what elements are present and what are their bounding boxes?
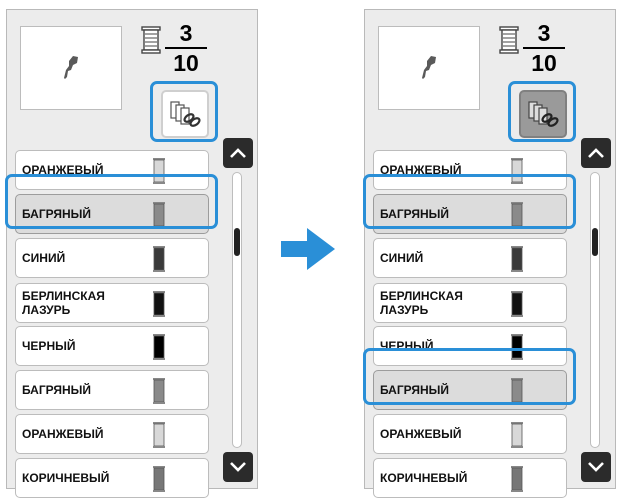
thread-color-item[interactable]: СИНИЙ: [373, 238, 567, 278]
thread-counter: 3 10: [165, 20, 207, 76]
thread-color-label: БАГРЯНЫЙ: [22, 207, 92, 221]
thread-color-item[interactable]: ЧЕРНЫЙ: [373, 326, 567, 366]
thread-color-label: ЧЕРНЫЙ: [380, 339, 434, 353]
right-panel: 3 10 ОРАНЖЕВЫЙ БАГРЯНЫЙ СИНИЙ БЕРЛИНСКАЯ ЛА…: [364, 9, 616, 498]
thread-color-item[interactable]: БЕРЛИНСКАЯ ЛАЗУРЬ: [373, 283, 567, 323]
thread-spool-icon: [511, 378, 523, 404]
thread-color-item[interactable]: БЕРЛИНСКАЯ ЛАЗУРЬ: [15, 283, 209, 323]
thread-color-label: ОРАНЖЕВЫЙ: [22, 163, 104, 177]
scrollbar[interactable]: [223, 138, 253, 483]
thread-color-item[interactable]: БАГРЯНЫЙ: [15, 370, 209, 410]
scroll-down-button[interactable]: [223, 452, 253, 482]
thread-counter: 3 10: [523, 20, 565, 76]
thread-color-item[interactable]: ОРАНЖЕВЫЙ: [15, 414, 209, 454]
thread-color-label: БЕРЛИНСКАЯ ЛАЗУРЬ: [22, 289, 105, 317]
scroll-track[interactable]: [590, 172, 600, 448]
left-panel: 3 10 ОРАНЖЕВЫЙ БАГРЯНЫЙ СИНИЙ БЕРЛИНСКАЯ ЛА…: [6, 9, 258, 498]
thread-color-label: ОРАНЖЕВЫЙ: [380, 427, 462, 441]
scroll-thumb[interactable]: [592, 228, 598, 256]
thread-spool-icon: [153, 378, 165, 404]
thread-spool-icon: [511, 158, 523, 184]
thread-link-icon: [170, 101, 201, 127]
thread-total: 10: [173, 50, 199, 76]
thread-spool-icon: [511, 202, 523, 228]
thread-spool-icon: [153, 291, 165, 317]
thread-color-label: КОРИЧНЕВЫЙ: [380, 471, 468, 485]
thread-total: 10: [531, 50, 557, 76]
thread-link-button[interactable]: [161, 90, 209, 138]
thread-color-label: БАГРЯНЫЙ: [22, 383, 92, 397]
thread-spool-icon: [153, 202, 165, 228]
embroidery-preview: [378, 26, 480, 110]
thread-current: 3: [179, 20, 193, 46]
thread-current: 3: [537, 20, 551, 46]
fraction-bar: [165, 47, 207, 49]
thread-spool-icon: [511, 246, 523, 272]
thread-color-label: БЕРЛИНСКАЯ ЛАЗУРЬ: [380, 289, 463, 317]
scroll-up-button[interactable]: [223, 138, 253, 168]
thread-color-item[interactable]: БАГРЯНЫЙ: [15, 194, 209, 234]
thread-color-label: СИНИЙ: [380, 251, 424, 265]
thread-spool-icon: [499, 26, 519, 54]
thread-color-item[interactable]: БАГРЯНЫЙ: [373, 194, 567, 234]
thread-color-item[interactable]: СИНИЙ: [15, 238, 209, 278]
embroidery-thread-preview-icon: [422, 56, 436, 79]
embroidery-preview: [20, 26, 122, 110]
thread-spool-icon: [153, 422, 165, 448]
thread-color-item[interactable]: ОРАНЖЕВЫЙ: [373, 150, 567, 190]
thread-color-label: КОРИЧНЕВЫЙ: [22, 471, 110, 485]
thread-color-item[interactable]: ОРАНЖЕВЫЙ: [373, 414, 567, 454]
thread-spool-icon: [153, 246, 165, 272]
thread-color-item[interactable]: КОРИЧНЕВЫЙ: [15, 458, 209, 498]
chevron-up-icon: [588, 148, 604, 158]
thread-spool-icon: [141, 26, 161, 54]
thread-color-label: БАГРЯНЫЙ: [380, 207, 450, 221]
thread-spool-icon: [511, 334, 523, 360]
embroidery-thread-preview-icon: [64, 56, 78, 79]
scroll-up-button[interactable]: [581, 138, 611, 168]
scroll-down-button[interactable]: [581, 452, 611, 482]
thread-color-item[interactable]: ЧЕРНЫЙ: [15, 326, 209, 366]
fraction-bar: [523, 47, 565, 49]
chevron-up-icon: [230, 148, 246, 158]
thread-link-icon: [528, 101, 559, 127]
chevron-down-icon: [230, 462, 246, 472]
thread-color-label: ОРАНЖЕВЫЙ: [22, 427, 104, 441]
chevron-down-icon: [588, 462, 604, 472]
thread-color-label: ЧЕРНЫЙ: [22, 339, 76, 353]
thread-spool-icon: [511, 291, 523, 317]
thread-color-label: СИНИЙ: [22, 251, 66, 265]
thread-spool-icon: [153, 158, 165, 184]
right-arrow-icon: [281, 228, 335, 270]
thread-color-item[interactable]: БАГРЯНЫЙ: [373, 370, 567, 410]
thread-color-label: БАГРЯНЫЙ: [380, 383, 450, 397]
scroll-thumb[interactable]: [234, 228, 240, 256]
thread-spool-icon: [153, 334, 165, 360]
thread-color-item[interactable]: ОРАНЖЕВЫЙ: [15, 150, 209, 190]
scrollbar[interactable]: [581, 138, 611, 483]
scroll-track[interactable]: [232, 172, 242, 448]
thread-spool-icon: [511, 422, 523, 448]
thread-link-button[interactable]: [519, 90, 567, 138]
thread-spool-icon: [511, 466, 523, 492]
thread-color-item[interactable]: КОРИЧНЕВЫЙ: [373, 458, 567, 498]
thread-spool-icon: [153, 466, 165, 492]
thread-color-label: ОРАНЖЕВЫЙ: [380, 163, 462, 177]
